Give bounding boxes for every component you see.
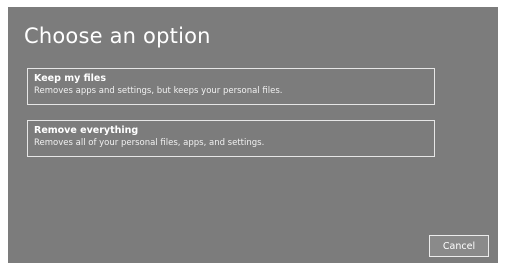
dialog-title: Choose an option xyxy=(24,24,211,48)
option-title: Remove everything xyxy=(34,125,139,136)
remove-everything-option[interactable]: Remove everything Removes all of your pe… xyxy=(27,120,435,157)
option-description: Removes all of your personal files, apps… xyxy=(34,138,265,148)
choose-option-dialog: Choose an option Keep my files Removes a… xyxy=(8,7,498,263)
keep-my-files-option[interactable]: Keep my files Removes apps and settings,… xyxy=(27,68,435,105)
option-title: Keep my files xyxy=(34,73,106,84)
cancel-button[interactable]: Cancel xyxy=(429,235,489,257)
option-description: Removes apps and settings, but keeps you… xyxy=(34,86,283,96)
